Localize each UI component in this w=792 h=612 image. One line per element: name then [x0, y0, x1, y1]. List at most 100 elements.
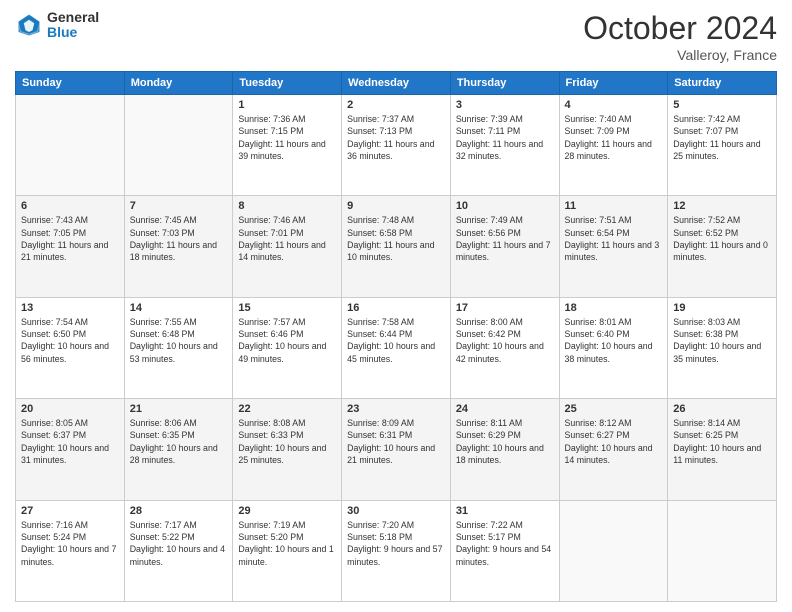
day-number: 5 [673, 99, 771, 111]
logo-general-text: General [47, 10, 99, 25]
day-number: 10 [456, 200, 554, 212]
day-number: 3 [456, 99, 554, 111]
table-row [16, 95, 125, 196]
table-row: 7 Sunrise: 7:45 AMSunset: 7:03 PMDaylight… [124, 196, 233, 297]
day-detail: Sunrise: 7:22 AMSunset: 5:17 PMDaylight:… [456, 519, 554, 568]
table-row: 16Sunrise: 7:58 AMSunset: 6:44 PMDayligh… [342, 297, 451, 398]
day-detail: Sunrise: 7:52 AMSunset: 6:52 PMDaylight:… [673, 214, 771, 263]
day-detail: Sunrise: 8:08 AMSunset: 6:33 PMDaylight:… [238, 417, 336, 466]
title-block: October 2024 Valleroy, France [583, 10, 777, 63]
table-row: 11 Sunrise: 7:51 AMSunset: 6:54 PMDayligh… [559, 196, 668, 297]
day-detail: Sunrise: 7:39 AMSunset: 7:11 PMDaylight:… [456, 113, 554, 162]
day-detail: Sunrise: 7:46 AMSunset: 7:01 PMDaylight:… [238, 214, 336, 263]
calendar-week-row: 20 Sunrise: 8:05 AMSunset: 6:37 PMDayligh… [16, 399, 777, 500]
day-detail: Sunrise: 7:20 AMSunset: 5:18 PMDaylight:… [347, 519, 445, 568]
table-row: 1Sunrise: 7:36 AMSunset: 7:15 PMDaylight… [233, 95, 342, 196]
table-row: 22 Sunrise: 8:08 AMSunset: 6:33 PMDayligh… [233, 399, 342, 500]
table-row: 9 Sunrise: 7:48 AMSunset: 6:58 PMDaylight… [342, 196, 451, 297]
col-saturday: Saturday [668, 72, 777, 95]
day-detail: Sunrise: 8:05 AMSunset: 6:37 PMDaylight:… [21, 417, 119, 466]
table-row [124, 95, 233, 196]
day-number: 23 [347, 403, 445, 415]
table-row: 28 Sunrise: 7:17 AMSunset: 5:22 PMDayligh… [124, 500, 233, 601]
table-row: 4Sunrise: 7:40 AMSunset: 7:09 PMDaylight… [559, 95, 668, 196]
table-row: 25Sunrise: 8:12 AMSunset: 6:27 PMDayligh… [559, 399, 668, 500]
day-number: 17 [456, 302, 554, 314]
day-number: 28 [130, 505, 228, 517]
day-number: 2 [347, 99, 445, 111]
table-row: 24 Sunrise: 8:11 AMSunset: 6:29 PMDayligh… [450, 399, 559, 500]
table-row: 23 Sunrise: 8:09 AMSunset: 6:31 PMDayligh… [342, 399, 451, 500]
day-detail: Sunrise: 7:19 AMSunset: 5:20 PMDaylight:… [238, 519, 336, 568]
logo-text: General Blue [47, 10, 99, 41]
day-detail: Sunrise: 8:14 AMSunset: 6:25 PMDaylight:… [673, 417, 771, 466]
col-tuesday: Tuesday [233, 72, 342, 95]
table-row: 29 Sunrise: 7:19 AMSunset: 5:20 PMDayligh… [233, 500, 342, 601]
day-number: 21 [130, 403, 228, 415]
table-row: 10 Sunrise: 7:49 AMSunset: 6:56 PMDayligh… [450, 196, 559, 297]
table-row: 6Sunrise: 7:43 AMSunset: 7:05 PMDaylight… [16, 196, 125, 297]
logo-blue-text: Blue [47, 25, 99, 40]
day-number: 12 [673, 200, 771, 212]
day-number: 20 [21, 403, 119, 415]
day-number: 22 [238, 403, 336, 415]
day-number: 30 [347, 505, 445, 517]
header: General Blue October 2024 Valleroy, Fran… [15, 10, 777, 63]
table-row: 18Sunrise: 8:01 AMSunset: 6:40 PMDayligh… [559, 297, 668, 398]
day-detail: Sunrise: 7:17 AMSunset: 5:22 PMDaylight:… [130, 519, 228, 568]
col-wednesday: Wednesday [342, 72, 451, 95]
day-number: 7 [130, 200, 228, 212]
table-row: 21 Sunrise: 8:06 AMSunset: 6:35 PMDayligh… [124, 399, 233, 500]
table-row: 30 Sunrise: 7:20 AMSunset: 5:18 PMDayligh… [342, 500, 451, 601]
day-number: 25 [565, 403, 663, 415]
day-number: 18 [565, 302, 663, 314]
day-number: 31 [456, 505, 554, 517]
table-row: 15Sunrise: 7:57 AMSunset: 6:46 PMDayligh… [233, 297, 342, 398]
day-detail: Sunrise: 7:54 AMSunset: 6:50 PMDaylight:… [21, 316, 119, 365]
day-detail: Sunrise: 7:36 AMSunset: 7:15 PMDaylight:… [238, 113, 336, 162]
logo: General Blue [15, 10, 99, 41]
table-row: 5Sunrise: 7:42 AMSunset: 7:07 PMDaylight… [668, 95, 777, 196]
day-number: 9 [347, 200, 445, 212]
day-number: 11 [565, 200, 663, 212]
calendar: Sunday Monday Tuesday Wednesday Thursday… [15, 71, 777, 602]
table-row: 26 Sunrise: 8:14 AMSunset: 6:25 PMDayligh… [668, 399, 777, 500]
col-sunday: Sunday [16, 72, 125, 95]
day-number: 27 [21, 505, 119, 517]
day-detail: Sunrise: 7:51 AMSunset: 6:54 PMDaylight:… [565, 214, 663, 263]
table-row: 31 Sunrise: 7:22 AMSunset: 5:17 PMDayligh… [450, 500, 559, 601]
table-row: 13Sunrise: 7:54 AMSunset: 6:50 PMDayligh… [16, 297, 125, 398]
table-row: 8Sunrise: 7:46 AMSunset: 7:01 PMDaylight… [233, 196, 342, 297]
logo-icon [15, 11, 43, 39]
day-detail: Sunrise: 7:48 AMSunset: 6:58 PMDaylight:… [347, 214, 445, 263]
day-number: 26 [673, 403, 771, 415]
day-detail: Sunrise: 7:55 AMSunset: 6:48 PMDaylight:… [130, 316, 228, 365]
table-row: 12 Sunrise: 7:52 AMSunset: 6:52 PMDayligh… [668, 196, 777, 297]
day-number: 19 [673, 302, 771, 314]
location: Valleroy, France [583, 47, 777, 63]
table-row: 17Sunrise: 8:00 AMSunset: 6:42 PMDayligh… [450, 297, 559, 398]
day-detail: Sunrise: 7:49 AMSunset: 6:56 PMDaylight:… [456, 214, 554, 263]
day-detail: Sunrise: 8:09 AMSunset: 6:31 PMDaylight:… [347, 417, 445, 466]
day-detail: Sunrise: 8:03 AMSunset: 6:38 PMDaylight:… [673, 316, 771, 365]
table-row [668, 500, 777, 601]
table-row: 3 Sunrise: 7:39 AMSunset: 7:11 PMDaylight… [450, 95, 559, 196]
day-number: 15 [238, 302, 336, 314]
day-detail: Sunrise: 8:11 AMSunset: 6:29 PMDaylight:… [456, 417, 554, 466]
calendar-week-row: 27 Sunrise: 7:16 AMSunset: 5:24 PMDayligh… [16, 500, 777, 601]
header-row: Sunday Monday Tuesday Wednesday Thursday… [16, 72, 777, 95]
day-number: 6 [21, 200, 119, 212]
table-row: 2Sunrise: 7:37 AMSunset: 7:13 PMDaylight… [342, 95, 451, 196]
day-detail: Sunrise: 7:16 AMSunset: 5:24 PMDaylight:… [21, 519, 119, 568]
calendar-week-row: 1Sunrise: 7:36 AMSunset: 7:15 PMDaylight… [16, 95, 777, 196]
day-number: 16 [347, 302, 445, 314]
table-row: 19 Sunrise: 8:03 AMSunset: 6:38 PMDayligh… [668, 297, 777, 398]
table-row: 14Sunrise: 7:55 AMSunset: 6:48 PMDayligh… [124, 297, 233, 398]
page: General Blue October 2024 Valleroy, Fran… [0, 0, 792, 612]
day-number: 24 [456, 403, 554, 415]
day-detail: Sunrise: 7:45 AMSunset: 7:03 PMDaylight:… [130, 214, 228, 263]
month-title: October 2024 [583, 10, 777, 47]
day-number: 29 [238, 505, 336, 517]
table-row [559, 500, 668, 601]
day-detail: Sunrise: 8:06 AMSunset: 6:35 PMDaylight:… [130, 417, 228, 466]
